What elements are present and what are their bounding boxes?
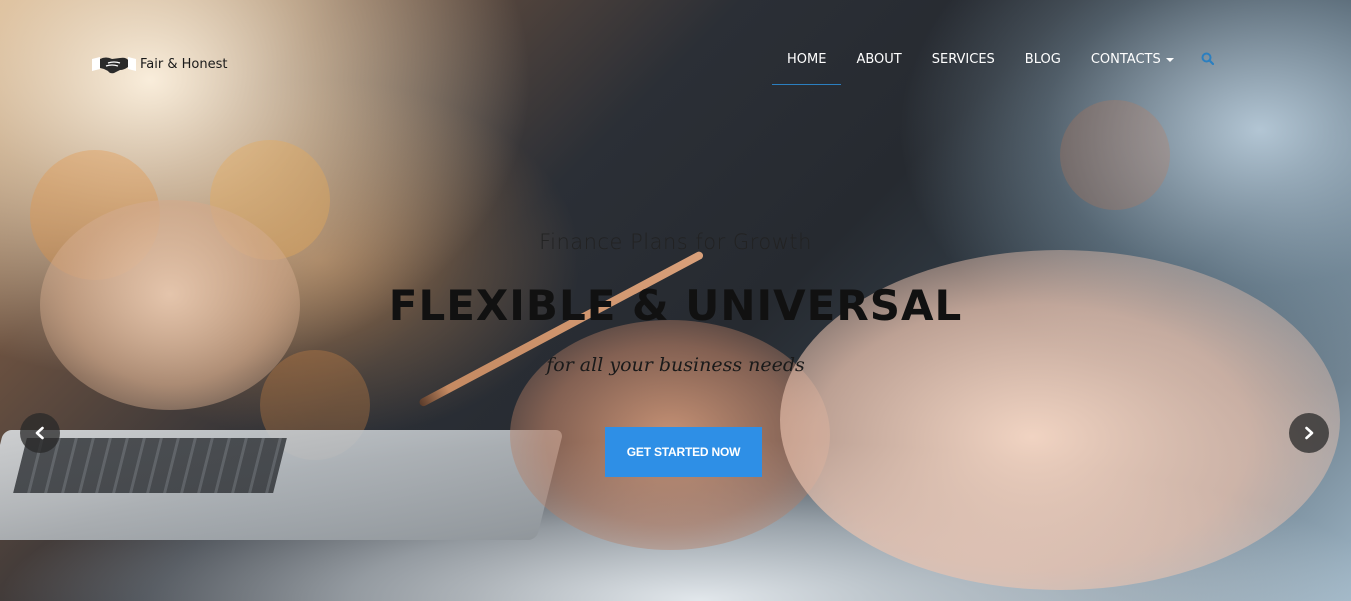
bokeh-light — [1060, 100, 1170, 210]
nav-item-label: BLOG — [1024, 52, 1061, 67]
nav-item-contacts[interactable]: CONTACTS — [1076, 40, 1189, 85]
hero-subtitle: Finance Plans for Growth — [539, 230, 812, 254]
handshake-icon — [90, 53, 138, 75]
chevron-right-icon — [1305, 426, 1314, 440]
slider-next-button[interactable] — [1289, 413, 1329, 453]
search-icon — [1201, 52, 1214, 66]
hero-tagline: for all your business needs — [546, 354, 805, 376]
nav-item-label: SERVICES — [931, 52, 995, 67]
hero-headline: FLEXIBLE & UNIVERSAL — [388, 281, 963, 330]
nav-item-blog[interactable]: BLOG — [1010, 40, 1076, 85]
nav-item-home[interactable]: HOME — [772, 40, 842, 85]
site-header: Fair & Honest HOME ABOUT SERVICES BLOG C… — [0, 0, 1351, 90]
caret-down-icon — [1165, 57, 1174, 62]
slider-prev-button[interactable] — [20, 413, 60, 453]
nav-item-label: HOME — [787, 52, 827, 67]
main-nav: HOME ABOUT SERVICES BLOG CONTACTS — [772, 40, 1226, 85]
chevron-left-icon — [35, 426, 44, 440]
search-button[interactable] — [1189, 40, 1226, 82]
brand-logo[interactable]: Fair & Honest — [90, 53, 227, 75]
nav-item-label: ABOUT — [856, 52, 902, 67]
nav-item-services[interactable]: SERVICES — [917, 40, 1010, 85]
get-started-button[interactable]: GET STARTED NOW — [605, 427, 762, 477]
nav-item-about[interactable]: ABOUT — [841, 40, 916, 85]
nav-item-label: CONTACTS — [1090, 52, 1161, 67]
brand-name: Fair & Honest — [140, 56, 228, 72]
